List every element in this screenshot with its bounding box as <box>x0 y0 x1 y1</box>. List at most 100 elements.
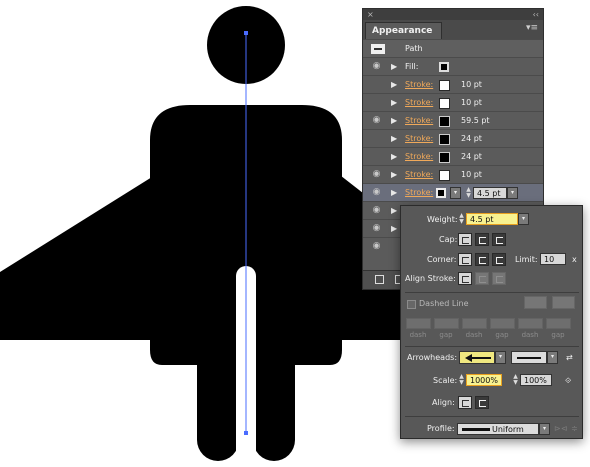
panel-collapse-button[interactable]: ‹‹ <box>533 9 539 20</box>
path-anchor-top[interactable] <box>244 31 248 35</box>
appearance-row-stroke-selected[interactable]: ◉ ▶ Stroke: ▾ ▲ ▼ 4.5 pt ▾ <box>363 183 543 201</box>
round-cap-button[interactable] <box>475 233 489 246</box>
arrow-tip-at-end-button[interactable] <box>475 396 489 409</box>
expand-triangle-icon[interactable]: ▶ <box>391 62 397 72</box>
path-anchor-bottom[interactable] <box>244 431 248 435</box>
stroke-swatch-black[interactable] <box>439 134 450 145</box>
stroke-swatch-white[interactable] <box>439 170 450 181</box>
dash-field-1[interactable] <box>406 318 431 329</box>
visibility-eye-icon[interactable]: ◉ <box>371 241 382 252</box>
end-arrowhead-dropdown[interactable]: ▾ <box>547 351 558 364</box>
visibility-eye-icon[interactable]: ◉ <box>371 187 382 198</box>
fill-label: Fill: <box>405 62 419 71</box>
appearance-row-stroke-3[interactable]: ◉ ▶ Stroke: 59.5 pt <box>363 111 543 129</box>
tab-appearance[interactable]: Appearance <box>365 22 443 39</box>
appearance-row-stroke-5[interactable]: ▶ Stroke: 24 pt <box>363 147 543 165</box>
stroke-swatch-white[interactable] <box>439 98 450 109</box>
limit-input[interactable]: 10 <box>540 253 566 265</box>
stroke-label[interactable]: Stroke: <box>405 169 433 181</box>
scale-start-input[interactable]: 1000% <box>466 374 502 386</box>
scale-start-stepper[interactable]: ▲ ▼ <box>458 374 465 386</box>
panel-menu-button[interactable]: ▾≡ <box>526 23 538 33</box>
align-stroke-label: Align Stroke: <box>405 274 456 283</box>
panel-close-button[interactable]: × <box>367 9 374 20</box>
expand-triangle-icon[interactable]: ▶ <box>391 134 397 144</box>
stroke-swatch-selected[interactable] <box>436 188 446 198</box>
start-arrowhead-select[interactable] <box>459 351 495 364</box>
divider <box>405 416 579 417</box>
divider <box>405 292 579 293</box>
stroke-label[interactable]: Stroke: <box>405 151 433 163</box>
align-stroke-outside-button[interactable] <box>492 272 506 285</box>
align-stroke-inside-button[interactable] <box>475 272 489 285</box>
round-join-button[interactable] <box>475 253 489 266</box>
bevel-join-button[interactable] <box>492 253 506 266</box>
dash-align-corners-button[interactable] <box>552 296 575 309</box>
flip-across-icon[interactable]: ≑ <box>571 423 578 435</box>
dash-preserve-button[interactable] <box>524 296 547 309</box>
gap-field-3[interactable] <box>546 318 571 329</box>
new-art-basic-appearance-icon[interactable] <box>375 275 384 284</box>
stroke-label[interactable]: Stroke: <box>405 115 433 127</box>
profile-select[interactable]: Uniform <box>457 423 539 435</box>
visibility-eye-icon[interactable]: ◉ <box>371 169 382 180</box>
weight-stepper[interactable]: ▲ ▼ <box>465 187 472 199</box>
scale-end-input[interactable]: 100% <box>520 374 552 386</box>
weight-dropdown[interactable]: ▾ <box>507 187 518 199</box>
visibility-eye-icon[interactable]: ◉ <box>371 115 382 126</box>
stroke-label[interactable]: Stroke: <box>405 97 433 109</box>
butt-cap-button[interactable] <box>458 233 472 246</box>
weight-flyout-dropdown[interactable]: ▾ <box>518 213 529 225</box>
dashed-line-checkbox[interactable] <box>407 300 416 309</box>
scale-end-stepper[interactable]: ▲ ▼ <box>512 374 519 386</box>
stroke-color-dropdown[interactable]: ▾ <box>450 187 461 199</box>
appearance-row-stroke-6[interactable]: ◉ ▶ Stroke: 10 pt <box>363 165 543 183</box>
profile-label: Profile: <box>427 424 455 433</box>
fill-swatch[interactable] <box>439 62 449 72</box>
end-arrowhead-select[interactable] <box>511 351 547 364</box>
gap-field-2[interactable] <box>490 318 515 329</box>
stroke-label[interactable]: Stroke: <box>405 79 433 91</box>
link-scale-icon[interactable]: ⟐ <box>565 375 571 387</box>
appearance-row-stroke-4[interactable]: ▶ Stroke: 24 pt <box>363 129 543 147</box>
stroke-swatch-black[interactable] <box>439 152 450 163</box>
scale-label: Scale: <box>433 376 458 385</box>
swap-arrowheads-icon[interactable]: ⇄ <box>566 352 573 364</box>
stroke-weight: 10 pt <box>461 170 482 179</box>
expand-triangle-icon[interactable]: ▶ <box>391 80 397 90</box>
appearance-row-path[interactable]: Path <box>363 39 543 57</box>
start-arrowhead-dropdown[interactable]: ▾ <box>495 351 506 364</box>
gap-field-1[interactable] <box>434 318 459 329</box>
stroke-swatch-white[interactable] <box>439 80 450 91</box>
stroke-swatch-black[interactable] <box>439 116 450 127</box>
stroke-label[interactable]: Stroke: <box>405 133 433 145</box>
weight-flyout-input[interactable]: 4.5 pt <box>466 213 518 225</box>
expand-triangle-icon[interactable]: ▶ <box>391 188 397 198</box>
projecting-cap-button[interactable] <box>492 233 506 246</box>
expand-triangle-icon[interactable]: ▶ <box>391 170 397 180</box>
weight-flyout-stepper[interactable]: ▲ ▼ <box>458 213 465 225</box>
profile-value: Uniform <box>492 425 524 434</box>
arrowheads-label: Arrowheads: <box>407 353 458 362</box>
visibility-eye-icon[interactable]: ◉ <box>371 205 382 216</box>
appearance-row-stroke-1[interactable]: ▶ Stroke: 10 pt <box>363 75 543 93</box>
stroke-weight-input[interactable]: 4.5 pt <box>473 187 507 199</box>
appearance-row-fill[interactable]: ◉ ▶ Fill: <box>363 57 543 75</box>
profile-dropdown[interactable]: ▾ <box>539 423 550 435</box>
dash-field-3[interactable] <box>518 318 543 329</box>
expand-triangle-icon[interactable]: ▶ <box>391 224 397 234</box>
gap-label: gap <box>495 331 509 339</box>
appearance-row-stroke-2[interactable]: ▶ Stroke: 10 pt <box>363 93 543 111</box>
arrow-tip-extend-button[interactable] <box>458 396 472 409</box>
expand-triangle-icon[interactable]: ▶ <box>391 152 397 162</box>
expand-triangle-icon[interactable]: ▶ <box>391 206 397 216</box>
stroke-label[interactable]: Stroke: <box>405 187 433 199</box>
dash-field-2[interactable] <box>462 318 487 329</box>
flip-along-icon[interactable]: ⊳⊲ <box>554 423 567 435</box>
miter-join-button[interactable] <box>458 253 472 266</box>
expand-triangle-icon[interactable]: ▶ <box>391 98 397 108</box>
visibility-eye-icon[interactable]: ◉ <box>371 61 382 72</box>
align-stroke-center-button[interactable] <box>458 272 472 285</box>
visibility-eye-icon[interactable]: ◉ <box>371 223 382 234</box>
expand-triangle-icon[interactable]: ▶ <box>391 116 397 126</box>
